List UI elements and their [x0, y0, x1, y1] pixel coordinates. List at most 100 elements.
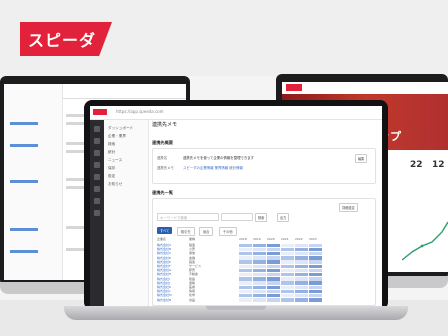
- search-placeholder: キーワードで検索: [160, 216, 188, 220]
- table-cell: [295, 251, 308, 256]
- table-cell: [281, 272, 294, 277]
- column-header[interactable]: 2020: [267, 237, 275, 241]
- stat-value: 12: [432, 160, 445, 170]
- table-cell: [239, 277, 252, 281]
- list-item: [10, 122, 38, 125]
- nav-item[interactable]: 統計: [108, 150, 115, 155]
- section-title: 連携先概要: [152, 140, 173, 145]
- table-cell: [295, 272, 308, 277]
- table-cell: [309, 256, 322, 260]
- table-cell: [309, 293, 322, 298]
- nav-item[interactable]: ダッシュボード: [108, 126, 133, 131]
- table-cell: [309, 285, 322, 290]
- field-label: 連携先メモ: [157, 166, 174, 170]
- list-item: [10, 180, 38, 183]
- table-cell: [309, 281, 322, 285]
- chart-icon[interactable]: [94, 150, 100, 156]
- icon-rail: [90, 120, 104, 306]
- table-cell: [309, 247, 322, 252]
- home-icon[interactable]: [94, 126, 100, 132]
- address-bar[interactable]: https://app.speeda.com: [116, 109, 164, 114]
- table-cell: [239, 264, 252, 269]
- table-cell: [309, 298, 322, 302]
- table-cell: [309, 260, 322, 264]
- table-cell: [267, 277, 280, 281]
- table-cell: [281, 277, 294, 281]
- table-cell: [267, 247, 280, 252]
- search-button[interactable]: 検索: [255, 213, 268, 222]
- table-cell: [253, 281, 266, 285]
- table-cell: [309, 277, 322, 281]
- settings-icon[interactable]: [94, 210, 100, 216]
- column-header[interactable]: 2022: [295, 237, 303, 241]
- folder-icon[interactable]: [94, 198, 100, 204]
- page-title: 連携先メモ: [152, 122, 178, 128]
- table-cell: [253, 260, 266, 264]
- table-cell: [309, 268, 322, 273]
- news-icon[interactable]: [94, 186, 100, 192]
- search-icon[interactable]: [94, 138, 100, 144]
- column-header[interactable]: 企業名: [157, 237, 166, 241]
- table-cell: [253, 256, 266, 260]
- column-header[interactable]: 2021: [281, 237, 289, 241]
- stat-value: 22: [410, 160, 423, 170]
- table-cell: [295, 285, 308, 290]
- table-cell: [267, 260, 280, 264]
- tab-all[interactable]: すべて: [157, 227, 173, 234]
- table-cell: [267, 256, 280, 260]
- nav-item[interactable]: 保存: [108, 166, 115, 171]
- field-value: 連携先メモを使って企業の情報を整理できます: [183, 156, 255, 160]
- nav-item[interactable]: 設定: [108, 174, 115, 179]
- section-title: 連携先一覧: [152, 190, 173, 195]
- edit-button[interactable]: 編集: [355, 154, 368, 163]
- table-cell: [253, 289, 266, 294]
- side-nav: ダッシュボード 企業・業界 検索 統計 ニュース 保存 設定 お知らせ: [104, 120, 149, 306]
- nav-item[interactable]: ニュース: [108, 158, 122, 163]
- table-cell: [267, 243, 280, 248]
- table-cell: [281, 260, 294, 264]
- table-cell: [281, 293, 294, 298]
- export-button[interactable]: 出力: [277, 213, 290, 222]
- table-cell: [239, 256, 252, 260]
- column-header[interactable]: 2019: [253, 237, 261, 241]
- overview-card: 連携名 連携先メモを使って企業の情報を整理できます 連携先メモ スピーダの企業情…: [152, 148, 376, 184]
- table-cell: [239, 247, 252, 252]
- nav-item[interactable]: お知らせ: [108, 182, 122, 187]
- column-header[interactable]: 2018: [239, 237, 247, 241]
- nav-item[interactable]: 企業・業界: [108, 134, 126, 139]
- table-cell: [295, 293, 308, 298]
- table-cell: [253, 285, 266, 290]
- filter-select[interactable]: [221, 213, 253, 221]
- table-cell: [267, 281, 280, 285]
- tab-clients[interactable]: 取引先: [177, 227, 195, 236]
- table-cell: [281, 281, 294, 285]
- table-cell: [253, 293, 266, 298]
- tab-other[interactable]: その他: [219, 227, 237, 236]
- list-icon[interactable]: [94, 162, 100, 168]
- table-cell: [281, 285, 294, 290]
- app-header: https://app.speeda.com: [90, 106, 382, 120]
- table-cell: [267, 251, 280, 256]
- search-input[interactable]: キーワードで検索: [157, 213, 219, 221]
- field-label: 連携名: [157, 156, 168, 160]
- data-table: 企業名 業種 2018 2019 2020 2021 2022 2023 株式会社A 製造 株式会社…: [157, 237, 371, 303]
- table-cell: [239, 260, 252, 264]
- column-header[interactable]: 業種: [189, 237, 195, 241]
- table-cell: [253, 243, 266, 248]
- table-cell: [253, 251, 266, 256]
- more-settings-button[interactable]: 詳細設定: [339, 203, 358, 212]
- table-cell: [267, 289, 280, 294]
- table-cell: [239, 285, 252, 290]
- table-cell: [253, 247, 266, 252]
- field-link[interactable]: スピーダの企業情報 業界情報 統計情報: [183, 165, 243, 170]
- table-cell: [309, 264, 322, 269]
- nav-item[interactable]: 検索: [108, 142, 115, 147]
- column-header[interactable]: 2023: [309, 237, 317, 241]
- main-laptop-screen: https://app.speeda.com ダッシュボード 企業・業界 検索 …: [90, 106, 382, 306]
- bookmark-icon[interactable]: [94, 174, 100, 180]
- brand-logo-text: スピーダ: [28, 31, 97, 50]
- tab-competitors[interactable]: 競合: [199, 227, 214, 236]
- main-content: 連携先メモ 連携先概要 連携名 連携先メモを使って企業の情報を整理できます 連携…: [150, 120, 380, 306]
- table-cell: [267, 264, 280, 269]
- table-row-name[interactable]: 株式会社N: [157, 298, 171, 302]
